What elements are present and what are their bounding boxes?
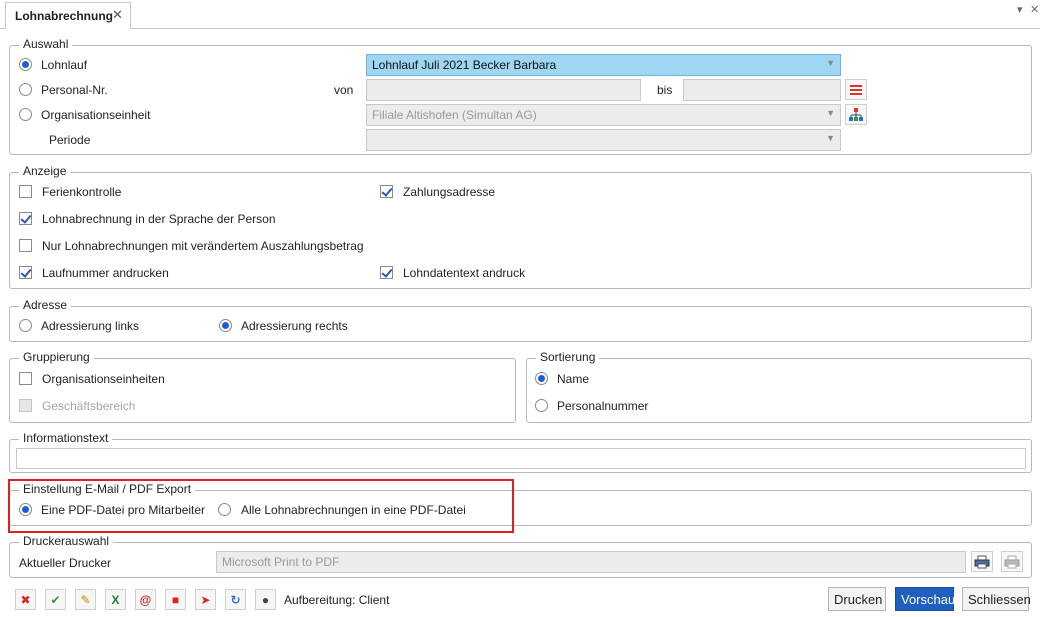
sortierung-personalnummer-label: Personalnummer [557, 399, 649, 413]
sortierung-legend: Sortierung [536, 350, 600, 364]
laufnummer-checkbox[interactable] [19, 266, 32, 279]
organisationseinheit-select[interactable]: Filiale Altishofen (Simultan AG) ▼ [366, 104, 841, 126]
chevron-down-icon: ▼ [826, 108, 835, 118]
nur-veraendert-checkbox[interactable] [19, 239, 32, 252]
select-check-button[interactable]: ✔ [45, 589, 66, 610]
geschaeftsbereich-label: Geschäftsbereich [42, 399, 136, 413]
zahlungsadresse-label: Zahlungsadresse [403, 185, 496, 199]
ferienkontrolle-checkbox[interactable] [19, 185, 32, 198]
sortierung-personalnummer-radio[interactable] [535, 399, 548, 412]
adressierung-rechts-radio[interactable] [219, 319, 232, 332]
pencil-icon: ✎ [80, 592, 91, 607]
chevron-down-icon: ▼ [826, 133, 835, 143]
personal-bis-field[interactable] [683, 79, 841, 101]
informationstext-input[interactable] [16, 448, 1026, 469]
nur-veraendert-label: Nur Lohnabrechnungen mit verändertem Aus… [42, 239, 364, 253]
pin-icon: ➤ [200, 592, 211, 607]
gruppierung-group: Gruppierung [9, 350, 516, 423]
drucken-button[interactable]: Drucken [828, 587, 886, 611]
lohnlauf-label: Lohnlauf [41, 58, 88, 72]
email-button[interactable]: @ [135, 589, 156, 610]
printer-icon [974, 555, 990, 568]
organisationseinheit-label: Organisationseinheit [41, 108, 151, 122]
refresh-icon: ↻ [230, 592, 241, 607]
anzeige-legend: Anzeige [19, 164, 71, 178]
gruppierung-legend: Gruppierung [19, 350, 94, 364]
pin-button[interactable]: ➤ [195, 589, 216, 610]
auswahl-legend: Auswahl [19, 37, 73, 51]
periode-label: Periode [49, 133, 91, 147]
aktueller-drucker-label: Aktueller Drucker [19, 556, 112, 570]
org-tree-button[interactable] [845, 104, 867, 125]
printer-icon [1004, 555, 1020, 568]
list-red-icon [850, 84, 862, 95]
adressierung-links-radio[interactable] [19, 319, 32, 332]
lohndatentext-label: Lohndatentext andruck [403, 266, 526, 280]
record-button[interactable]: ● [255, 589, 276, 610]
organisationseinheiten-checkbox[interactable] [19, 372, 32, 385]
refresh-button[interactable]: ↻ [225, 589, 246, 610]
personal-nr-label: Personal-Nr. [41, 83, 108, 97]
printer-settings-button[interactable] [971, 551, 993, 572]
periode-select[interactable]: ▼ [366, 129, 841, 151]
sortierung-group: Sortierung [526, 350, 1032, 423]
tab-close-icon[interactable]: ✕ [112, 7, 123, 23]
filter-clear-button[interactable]: ✖ [15, 589, 36, 610]
lohndatentext-checkbox[interactable] [380, 266, 393, 279]
organisationseinheit-value: Filiale Altishofen (Simultan AG) [372, 108, 537, 122]
druckerauswahl-legend: Druckerauswahl [19, 534, 114, 548]
schliessen-button[interactable]: Schliessen [962, 587, 1031, 611]
lohnlauf-radio[interactable] [19, 58, 32, 71]
adressierung-rechts-label: Adressierung rechts [241, 319, 348, 333]
adresse-legend: Adresse [19, 298, 72, 312]
organisationseinheit-radio[interactable] [19, 108, 32, 121]
sortierung-name-label: Name [557, 372, 590, 386]
highlight-box [8, 479, 514, 533]
close-window-icon[interactable]: ✕ [1030, 3, 1039, 16]
sprache-checkbox[interactable] [19, 212, 32, 225]
informationstext-legend: Informationstext [19, 431, 113, 445]
printer-disabled-button[interactable] [1001, 551, 1023, 572]
organisationseinheiten-label: Organisationseinheiten [42, 372, 165, 386]
adresse-group: Adresse [9, 298, 1032, 342]
record-icon: ● [261, 592, 270, 607]
von-label: von [334, 83, 354, 97]
adressierung-links-label: Adressierung links [41, 319, 140, 333]
filter-clear-icon: ✖ [20, 592, 31, 607]
sprache-label: Lohnabrechnung in der Sprache der Person [42, 212, 276, 226]
edit-button[interactable]: ✎ [75, 589, 96, 610]
zahlungsadresse-checkbox[interactable] [380, 185, 393, 198]
personal-nr-radio[interactable] [19, 83, 32, 96]
geschaeftsbereich-checkbox [19, 399, 32, 412]
bis-label: bis [657, 83, 673, 97]
pdf-icon: ■ [171, 592, 180, 607]
personal-von-field[interactable] [366, 79, 641, 101]
pin-dropdown-icon[interactable]: ▾ [1017, 3, 1023, 16]
email-icon: @ [139, 592, 152, 607]
lohnlauf-select-value: Lohnlauf Juli 2021 Becker Barbara [372, 58, 557, 72]
tab-title: Lohnabrechnung [15, 9, 113, 23]
excel-icon: X [111, 592, 120, 607]
vorschau-button[interactable]: Vorschau [895, 587, 955, 611]
laufnummer-label: Laufnummer andrucken [42, 266, 169, 280]
status-text: Aufbereitung: Client [284, 593, 390, 607]
chevron-down-icon: ▼ [826, 58, 835, 68]
tab-lohnabrechnung[interactable]: Lohnabrechnung ✕ [5, 2, 131, 30]
sortierung-name-radio[interactable] [535, 372, 548, 385]
tab-bar: Lohnabrechnung ✕ ▾ ✕ [0, 0, 1040, 30]
excel-export-button[interactable]: X [105, 589, 126, 610]
ferienkontrolle-label: Ferienkontrolle [42, 185, 122, 199]
pdf-export-button[interactable]: ■ [165, 589, 186, 610]
list-select-button[interactable] [845, 79, 867, 100]
drucker-field[interactable]: Microsoft Print to PDF [216, 551, 966, 573]
checklist-icon: ✔ [50, 592, 61, 607]
org-chart-icon [849, 107, 863, 121]
lohnlauf-select[interactable]: Lohnlauf Juli 2021 Becker Barbara ▼ [366, 54, 841, 76]
